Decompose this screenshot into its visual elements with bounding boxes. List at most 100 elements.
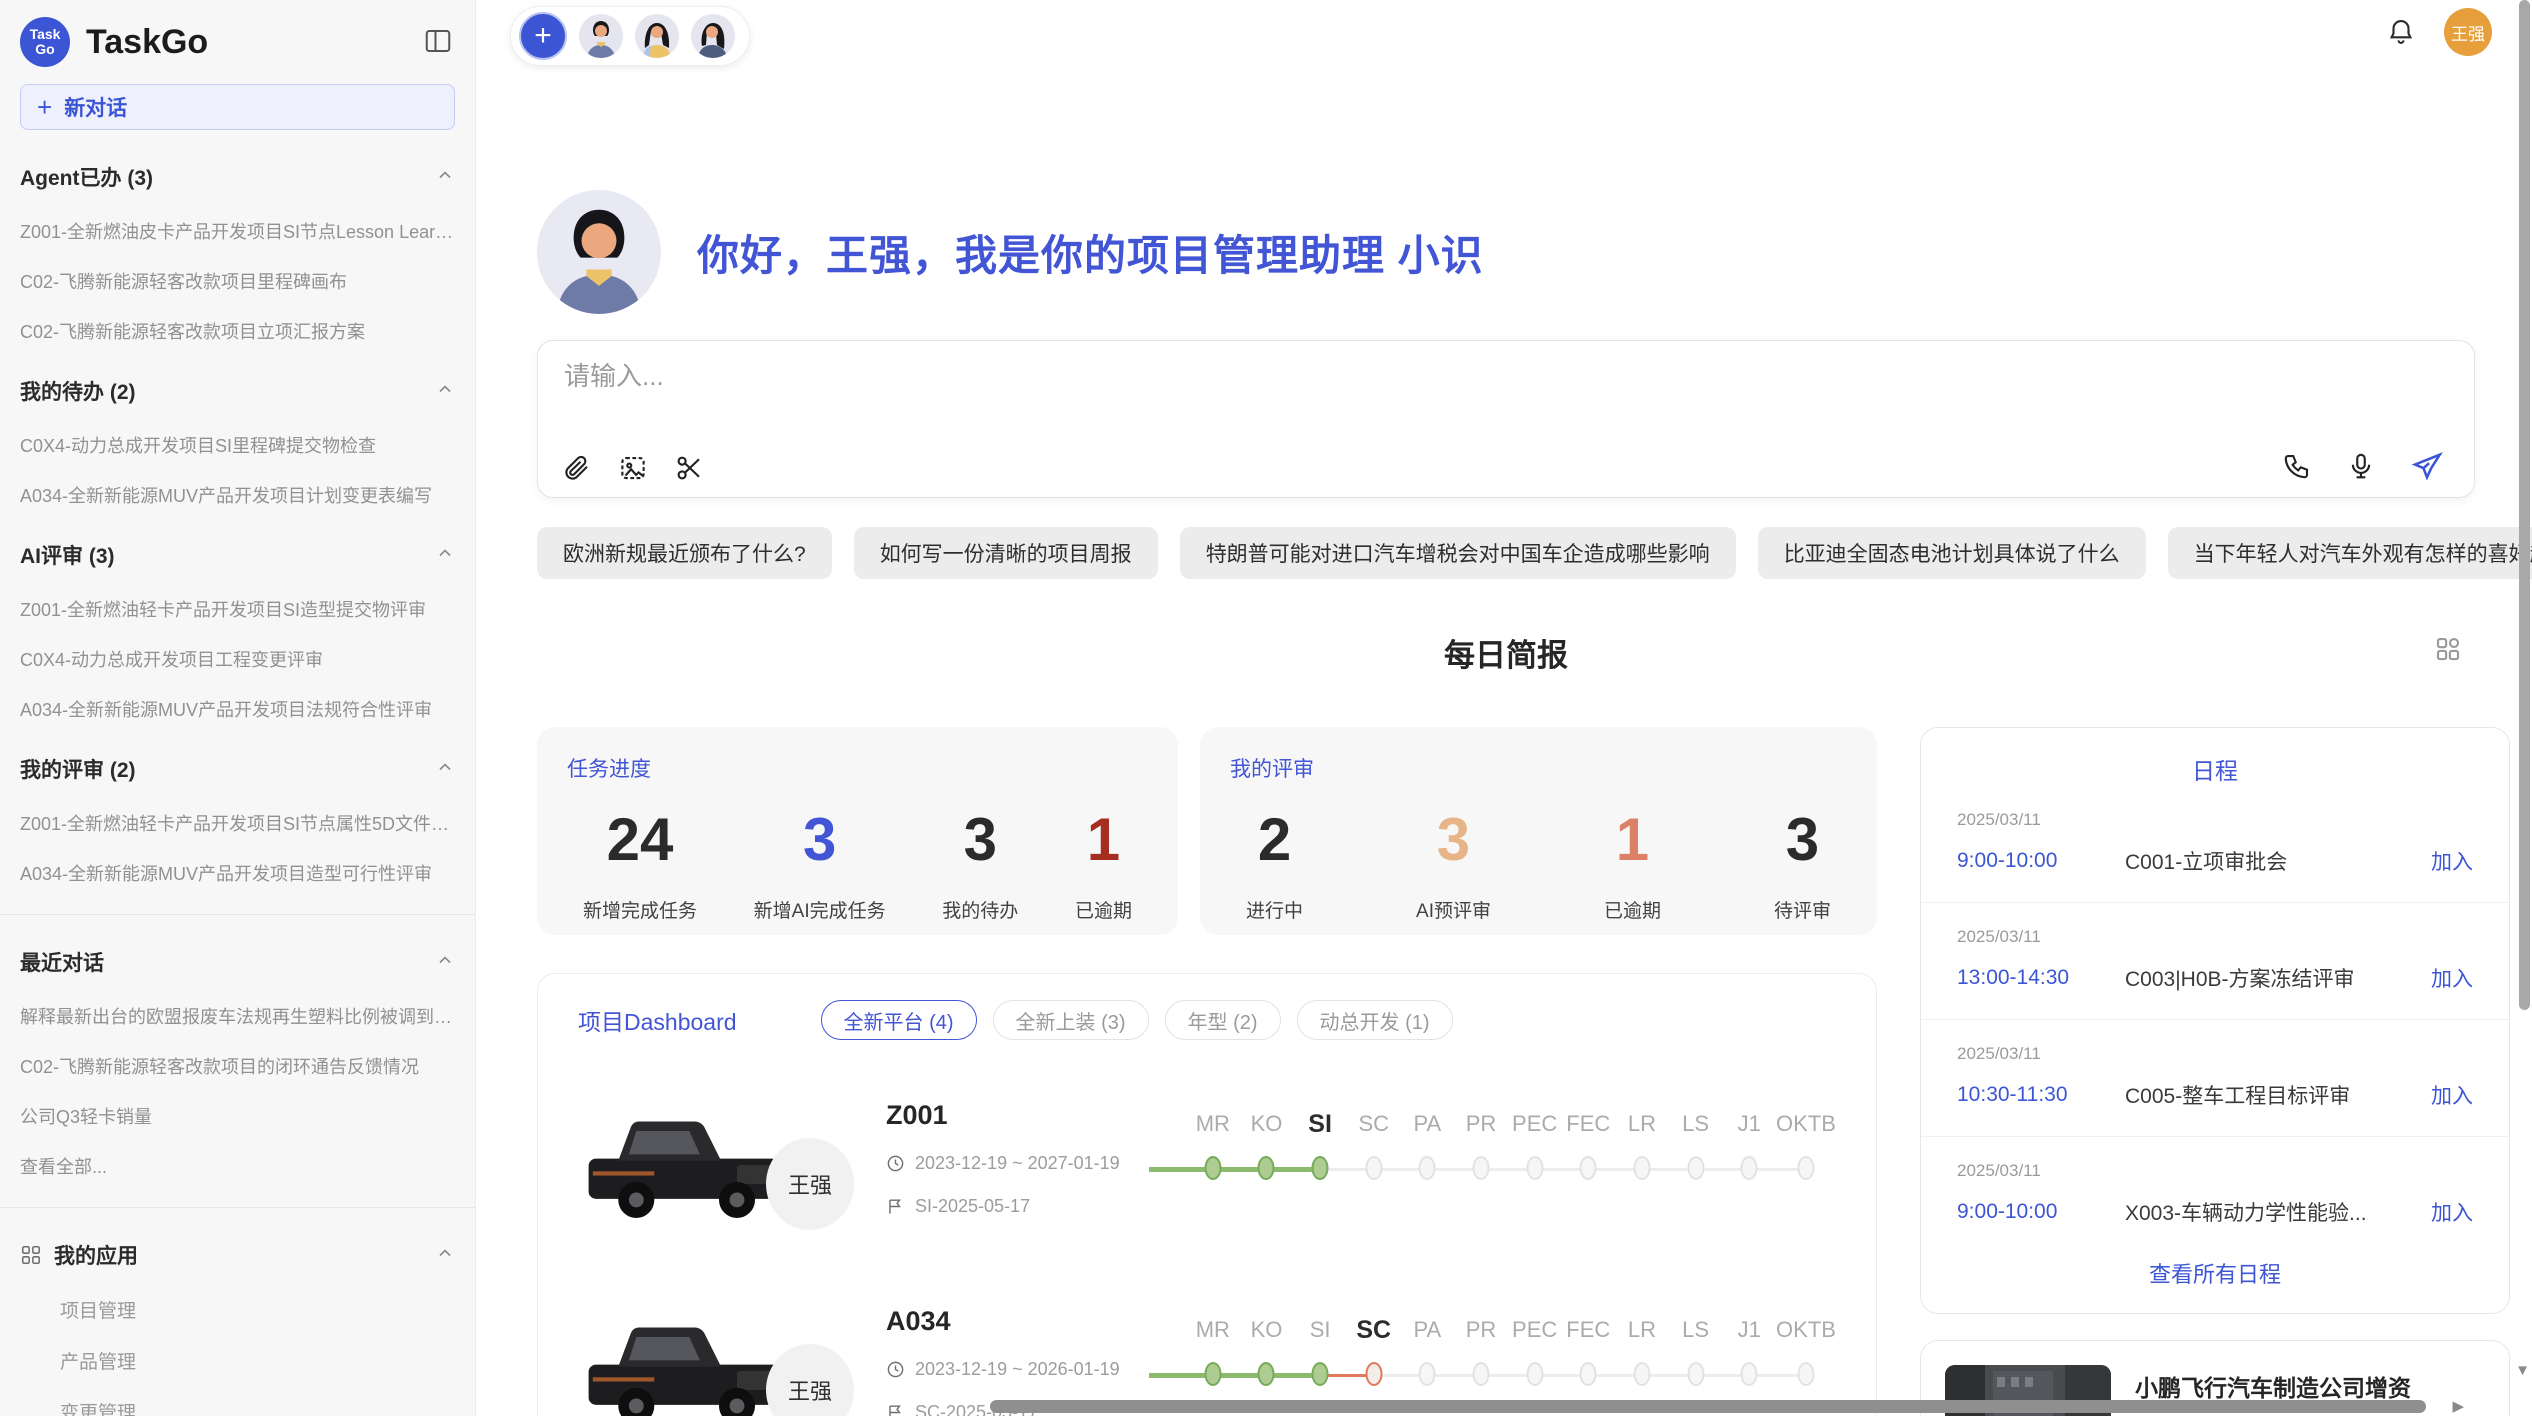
send-icon[interactable] [2410,449,2444,483]
section-header-agent-done[interactable]: Agent已办 (3) [20,160,455,194]
sidebar-item[interactable]: C02-飞腾新能源轻客改款项目里程碑画布 [20,268,455,294]
avatar-colleague-3[interactable] [691,14,735,58]
join-meeting-link[interactable]: 加入 [2431,1080,2473,1110]
milestone-dot [1365,1362,1382,1386]
suggestion-chip[interactable]: 欧洲新规最近颁布了什么? [537,527,832,579]
sidebar-item[interactable]: Z001-全新燃油皮卡产品开发项目SI节点Lesson Learn报告 [20,218,455,244]
notifications-bell-icon[interactable] [2386,16,2416,49]
milestone-dot [1473,1362,1490,1386]
join-meeting-link[interactable]: 加入 [2431,963,2473,993]
clock-icon [886,1360,905,1379]
new-chat-button[interactable]: + 新对话 [20,84,455,130]
greeting-section: 你好，王强，我是你的项目管理助理 小识 [537,190,1484,314]
conversation-switcher: + [510,6,750,66]
schedule-title: 日程 [1921,752,2509,786]
user-avatar[interactable]: 王强 [2444,8,2492,56]
horizontal-scrollbar[interactable]: ▶ [988,1399,2488,1414]
schedule-event: 2025/03/11 13:00-14:30 C003|H0B-方案冻结评审 加… [1921,903,2509,1020]
image-icon[interactable] [618,453,648,483]
section-header-my-apps[interactable]: 我的应用 [20,1238,455,1272]
sidebar-item[interactable]: A034-全新新能源MUV产品开发项目法规符合性评审 [20,696,455,722]
scroll-down-arrow-icon[interactable]: ▼ [2515,1362,2530,1379]
view-all-schedule-link[interactable]: 查看所有日程 [2149,1257,2281,1289]
daily-brief-title: 每日简报 [1444,630,1568,675]
attachment-icon[interactable] [562,453,592,483]
suggestion-chip[interactable]: 当下年轻人对汽车外观有怎样的喜好趋势 [2168,527,2532,579]
section-header-ai-review[interactable]: AI评审 (3) [20,538,455,572]
section-agent-done: Agent已办 (3) Z001-全新燃油皮卡产品开发项目SI节点Lesson … [20,160,455,344]
milestone-dot [1687,1156,1704,1180]
horizontal-scrollbar-thumb[interactable] [990,1400,2426,1413]
recent-chat-item[interactable]: 公司Q3轻卡销量 [20,1103,455,1129]
scissors-icon[interactable] [674,453,704,483]
scroll-right-arrow-icon[interactable]: ▶ [2452,1397,2464,1415]
milestone-dot [1419,1362,1436,1386]
chevron-up-icon [435,165,455,190]
sidebar-item[interactable]: C0X4-动力总成开发项目SI里程碑提交物检查 [20,432,455,458]
stat-in-progress: 2 进行中 [1246,805,1303,923]
project-row[interactable]: 王强 Z001 2023-12-19 ~ 2027-01-19 SI-2025-… [578,1096,1836,1246]
dashboard-title: 项目Dashboard [578,1003,737,1037]
milestone-dot [1580,1362,1597,1386]
milestone-dot [1580,1156,1597,1180]
join-meeting-link[interactable]: 加入 [2431,1197,2473,1227]
sidebar-item[interactable]: Z001-全新燃油轻卡产品开发项目SI节点属性5D文件评审 [20,810,455,836]
taskgo-app: Task Go TaskGo + 新对话 Agent已办 (3) Z001-全新… [0,0,2532,1416]
avatar-colleague-2[interactable] [635,14,679,58]
stat-review-overdue: 1 已逾期 [1604,805,1661,923]
milestone-timeline: MR KO SI SC PA PR PEC FEC LR LS J1 OKTB [1186,1312,1836,1390]
section-header-my-todo[interactable]: 我的待办 (2) [20,374,455,408]
event-name: C003|H0B-方案冻结评审 [2125,963,2431,993]
recent-chat-item[interactable]: C02-飞腾新能源轻客改款项目的闭环通告反馈情况 [20,1053,455,1079]
app-item-project-mgmt[interactable]: 项目管理 [60,1296,455,1323]
sidebar-item[interactable]: Z001-全新燃油轻卡产品开发项目SI造型提交物评审 [20,596,455,622]
collapse-sidebar-icon[interactable] [421,25,455,59]
vertical-scrollbar-thumb[interactable] [2519,0,2530,1010]
project-dates: 2023-12-19 ~ 2027-01-19 [915,1153,1120,1174]
stat-new-done-tasks: 24 新增完成任务 [583,805,697,923]
suggestion-chip[interactable]: 如何写一份清晰的项目周报 [854,527,1158,579]
add-conversation-button[interactable]: + [519,12,567,60]
section-header-my-review[interactable]: 我的评审 (2) [20,752,455,786]
sidebar-item[interactable]: A034-全新新能源MUV产品开发项目计划变更表编写 [20,482,455,508]
phone-call-icon[interactable] [2282,451,2312,481]
project-milestone-tag: SI-2025-05-17 [915,1196,1030,1217]
section-header-recent-chats[interactable]: 最近对话 [20,945,455,979]
layout-grid-icon[interactable] [2433,634,2463,667]
suggestion-chip[interactable]: 比亚迪全固态电池计划具体说了什么 [1758,527,2146,579]
suggestion-chip[interactable]: 特朗普可能对进口汽车增税会对中国车企造成哪些影响 [1180,527,1736,579]
milestone-dot [1741,1362,1758,1386]
filter-tab-new-body[interactable]: 全新上装 (3) [993,1000,1149,1040]
vertical-scrollbar[interactable]: ▼ [2518,0,2530,1416]
sidebar-item[interactable]: C02-飞腾新能源轻客改款项目立项汇报方案 [20,318,455,344]
app-item-product-mgmt[interactable]: 产品管理 [60,1347,455,1374]
view-all-chats-link[interactable]: 查看全部... [20,1153,455,1179]
join-meeting-link[interactable]: 加入 [2431,846,2473,876]
filter-tab-powertrain[interactable]: 动总开发 (1) [1297,1000,1453,1040]
milestone-dot [1204,1156,1221,1180]
milestone-dot [1312,1362,1329,1386]
milestone-dot [1798,1362,1815,1386]
project-code: Z001 [886,1100,1186,1131]
event-time: 13:00-14:30 [1957,966,2125,990]
stat-pending-review: 3 待评审 [1774,805,1831,923]
avatar-colleague-1[interactable] [579,14,623,58]
sidebar-item[interactable]: A034-全新新能源MUV产品开发项目造型可行性评审 [20,860,455,886]
project-code: A034 [886,1306,1186,1337]
sidebar-item[interactable]: C0X4-动力总成开发项目工程变更评审 [20,646,455,672]
chevron-up-icon [435,757,455,782]
schedule-card: 日程 2025/03/11 9:00-10:00 C001-立项审批会 加入 2… [1920,727,2510,1314]
plus-icon: + [37,94,52,120]
milestone-dot [1526,1362,1543,1386]
stat-my-todo: 3 我的待办 [942,805,1018,923]
my-review-card: 我的评审 2 进行中 3 AI预评审 1 已逾期 [1200,727,1877,935]
recent-chat-item[interactable]: 解释最新出台的欧盟报废车法规再生塑料比例被调到15%... [20,1003,455,1029]
event-name: C005-整车工程目标评审 [2125,1080,2431,1110]
schedule-event: 2025/03/11 9:00-10:00 X003-车辆动力学性能验... 加… [1921,1137,2509,1253]
filter-tab-new-platform[interactable]: 全新平台 (4) [821,1000,977,1040]
section-ai-review: AI评审 (3) Z001-全新燃油轻卡产品开发项目SI造型提交物评审 C0X4… [20,538,455,722]
microphone-icon[interactable] [2346,451,2376,481]
app-item-change-mgmt[interactable]: 变更管理 [60,1398,455,1416]
filter-tab-model-year[interactable]: 年型 (2) [1165,1000,1281,1040]
message-input[interactable] [564,361,2448,392]
